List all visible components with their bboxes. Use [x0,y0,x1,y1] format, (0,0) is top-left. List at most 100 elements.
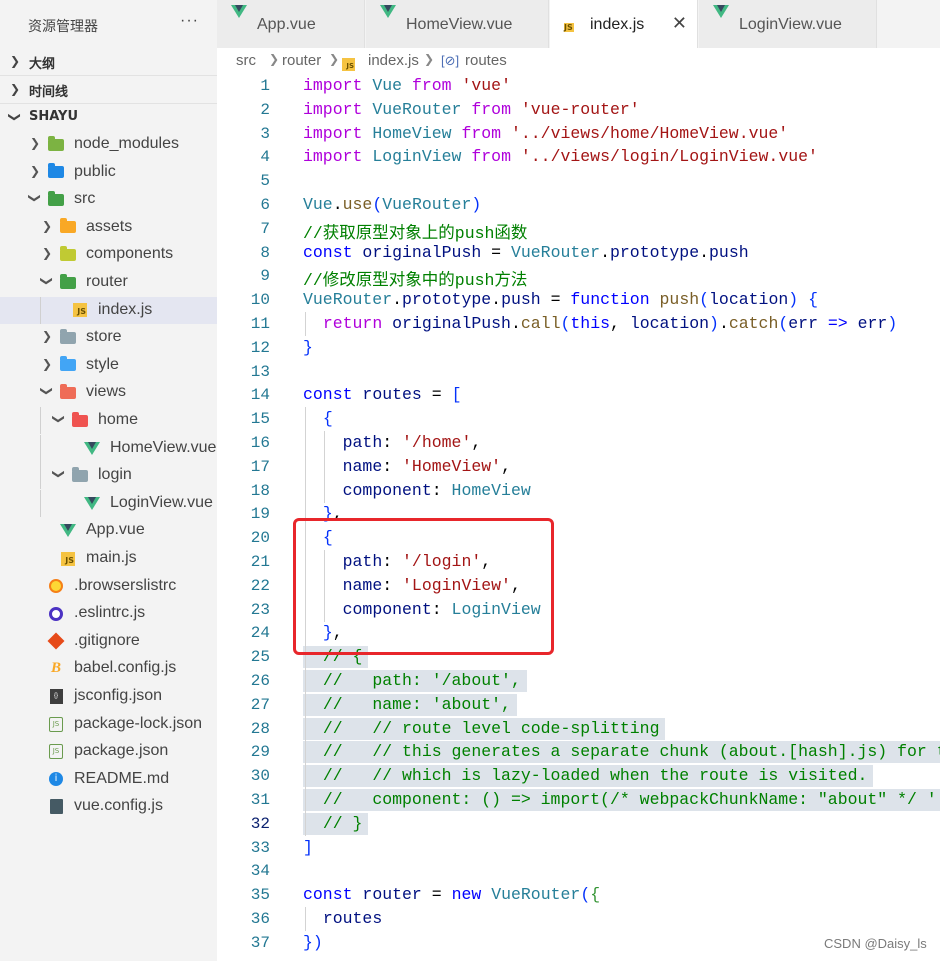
close-icon[interactable]: ✕ [672,13,687,34]
tree-item-index-js[interactable]: JS index.js [0,296,217,324]
chevron-right-icon[interactable]: ❯ [30,164,40,178]
code-line[interactable]: 1 import Vue from 'vue' [217,74,940,98]
code-line[interactable]: 26 // path: '/about', [217,669,940,693]
timeline-section[interactable]: ❯ 时间线 [0,76,217,104]
code-line[interactable]: 13 [217,360,940,384]
code-line[interactable]: 17 name: 'HomeView', [217,454,940,479]
tree-item-babel-config-js[interactable]: Bbabel.config.js [0,655,217,682]
code-line[interactable]: 33] [217,836,940,860]
code-line[interactable]: 16 path: '/home', [217,431,940,455]
tree-item-vue-config-js[interactable]: vue.config.js [0,793,217,820]
indent-guide [40,434,41,462]
code-line[interactable]: 21 path: '/login', [217,550,940,574]
code-line[interactable]: 31 // component: () => import(/* webpack… [217,788,940,812]
chevron-down-icon[interactable]: ❯ [40,386,54,396]
tree-item-browserslistrc[interactable]: .browserslistrc [0,573,217,600]
code-line[interactable]: 25 // { [217,645,940,670]
tree-item-jsconfig-json[interactable]: {} jsconfig.json [0,683,217,710]
code-line[interactable]: 11 return originalPush.call(this, locati… [217,312,940,336]
tree-item-src[interactable]: ❯ src [0,186,217,213]
code-line[interactable]: 19 }, [217,502,940,527]
code-line[interactable]: 6 Vue.use(VueRouter) [217,193,940,217]
code-line[interactable]: 22 name: 'LoginView', [217,573,940,598]
chevron-right-icon[interactable]: ❯ [42,246,52,260]
chevron-right-icon[interactable]: ❯ [42,219,52,233]
code-text: // { [322,647,363,667]
code-line[interactable]: 20 { [217,526,940,551]
code-line[interactable]: 24 }, [217,621,940,646]
tree-item-components[interactable]: ❯ components [0,241,217,268]
code-editor[interactable]: 1 import Vue from 'vue' 2 import VueRouter … [217,74,940,961]
tree-item-app-vue[interactable]: App.vue [0,517,217,544]
code-line[interactable]: 14 const routes = [ [217,383,940,407]
code-line[interactable]: 9 //修改原型对象中的push方法 [217,264,940,290]
chevron-right-icon[interactable]: ❯ [30,136,40,150]
tree-item-package-json[interactable]: JS package.json [0,738,217,765]
code-line[interactable]: 23 component: LoginView [217,597,940,622]
code-text: const router = new VueRouter({ [303,885,601,905]
tree-item-label: .gitignore [74,631,140,649]
code-line[interactable]: 3 import HomeView from '../views/home/Hom… [217,122,940,146]
tree-item-loginview-vue[interactable]: LoginView.vue [0,489,217,517]
tab-index-js[interactable]: JS index.js ✕ [550,0,698,48]
tab-app-vue[interactable]: App.vue [217,0,365,48]
tree-item-gitignore[interactable]: .gitignore [0,628,217,655]
code-line[interactable]: 2 import VueRouter from 'vue-router' [217,98,940,122]
tree-item-eslintrc-js[interactable]: .eslintrc.js [0,600,217,627]
tree-item-router[interactable]: ❯ router [0,269,217,296]
tree-item-package-lock-json[interactable]: JS package-lock.json [0,711,217,738]
tab-homeview-vue[interactable]: HomeView.vue [366,0,549,48]
line-number: 17 [250,457,270,476]
folder-icon [60,356,76,373]
chevron-right-icon[interactable]: ❯ [42,329,52,343]
tree-item-login[interactable]: ❯ login [0,462,217,490]
tree-item-label: App.vue [86,521,145,539]
line-number: 23 [250,600,270,619]
code-line[interactable]: 18 component: HomeView [217,478,940,503]
tree-item-style[interactable]: ❯ style [0,352,217,379]
chevron-down-icon[interactable]: ❯ [28,193,42,203]
code-line[interactable]: 10 VueRouter.prototype.push = function pu… [217,288,940,312]
code-line[interactable]: 34 [217,859,940,883]
breadcrumb-index-js[interactable]: index.js [368,52,419,69]
tree-item-views[interactable]: ❯ views [0,379,217,406]
tree-item-home[interactable]: ❯ home [0,407,217,434]
chevron-down-icon[interactable]: ❯ [52,414,66,424]
code-line[interactable]: 32 // } [217,811,940,836]
code-line[interactable]: 36 routes [217,907,940,931]
tab-loginview-vue[interactable]: LoginView.vue [699,0,877,48]
more-actions-icon[interactable]: ··· [180,12,199,30]
code-line[interactable]: 30 // // which is lazy-loaded when the r… [217,764,940,789]
code-line[interactable]: 27 // name: 'about', [217,692,940,717]
tree-item-readme-md[interactable]: i README.md [0,766,217,793]
indent-guide [40,407,41,434]
code-line[interactable]: 35 const router = new VueRouter({ [217,883,940,907]
outline-section[interactable]: ❯ 大纲 [0,48,217,76]
tree-item-store[interactable]: ❯ store [0,324,217,351]
breadcrumb-routes[interactable]: routes [465,52,507,69]
tree-item-label: style [86,355,119,373]
code-text: path: '/home', [342,433,482,452]
code-line[interactable]: 29 // // this generates a separate chunk… [217,740,940,765]
chevron-right-icon[interactable]: ❯ [42,357,52,371]
tree-item-node-modules[interactable]: ❯ node_modules [0,131,217,158]
breadcrumb: src ❯ router ❯ JS index.js ❯ [⊘] routes [217,48,940,74]
tree-item-assets[interactable]: ❯ assets [0,214,217,241]
breadcrumb-router[interactable]: router [282,52,321,69]
code-line[interactable]: 28 // // route level code-splitting [217,716,940,741]
tree-item-homeview-vue[interactable]: HomeView.vue [0,434,217,462]
code-line[interactable]: 5 [217,169,940,193]
chevron-down-icon[interactable]: ❯ [52,469,66,479]
breadcrumb-src[interactable]: src [236,52,256,69]
code-line[interactable]: 7 //获取原型对象上的push函数 [217,217,940,243]
indent-guide [40,296,41,324]
code-line[interactable]: 8 const originalPush = VueRouter.prototyp… [217,241,940,265]
code-line[interactable]: 4 import LoginView from '../views/login/L… [217,145,940,169]
tree-item-public[interactable]: ❯ public [0,159,217,186]
chevron-down-icon[interactable]: ❯ [40,276,54,286]
tree-item-main-js[interactable]: JS main.js [0,545,217,572]
project-section[interactable]: ❯ SHAYU [0,104,217,132]
line-number: 21 [250,553,270,571]
code-line[interactable]: 15 { [217,407,940,432]
code-line[interactable]: 12} [217,336,940,360]
